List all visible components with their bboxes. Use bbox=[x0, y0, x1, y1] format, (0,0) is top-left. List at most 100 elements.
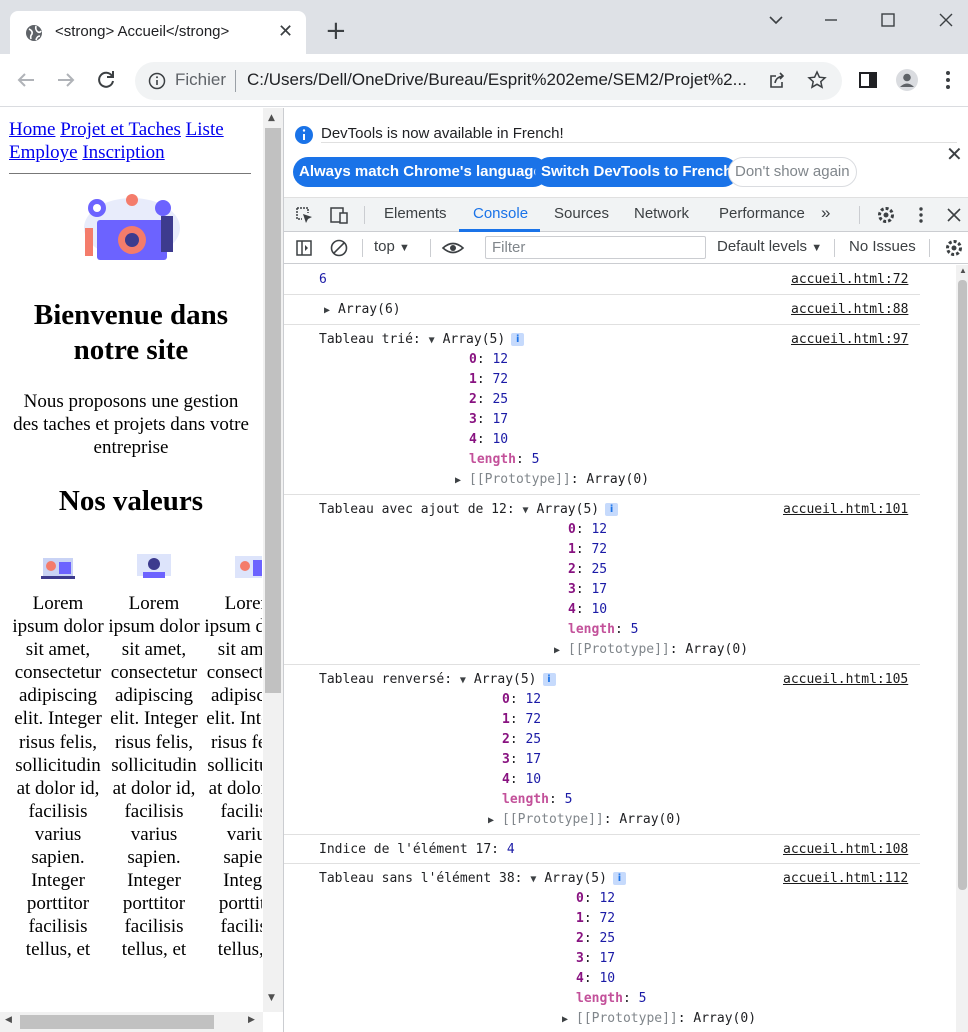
collapsed-array[interactable]: ▶ Array(6) bbox=[324, 302, 401, 317]
clear-console-icon[interactable] bbox=[329, 238, 349, 258]
new-tab-icon[interactable]: + bbox=[325, 18, 347, 44]
scroll-left-icon[interactable]: ◀ bbox=[5, 1015, 12, 1025]
settings-gear-icon[interactable] bbox=[876, 205, 896, 225]
expand-triangle-icon[interactable]: ▶ bbox=[455, 475, 469, 486]
log-levels-dropdown[interactable]: Default levels ▼ bbox=[717, 238, 822, 255]
source-link[interactable]: accueil.html:101 bbox=[783, 502, 908, 517]
side-panel-icon[interactable] bbox=[856, 68, 880, 92]
more-tabs-icon[interactable]: » bbox=[821, 203, 830, 223]
scrollbar-thumb[interactable] bbox=[958, 280, 967, 890]
prototype-entry[interactable]: ▶ [[Prototype]]: Array(0) bbox=[488, 812, 682, 827]
console-settings-gear-icon[interactable] bbox=[944, 238, 964, 258]
switch-to-french-button[interactable]: Switch DevTools to French bbox=[535, 157, 739, 187]
devtools-panel: DevTools is now available in French! Alw… bbox=[283, 108, 968, 1032]
page-horizontal-scrollbar[interactable]: ◀ ▶ bbox=[0, 1012, 263, 1032]
address-bar[interactable]: Fichier C:/Users/Dell/OneDrive/Bureau/Es… bbox=[135, 62, 842, 100]
collapse-triangle-icon[interactable]: ▼ bbox=[429, 335, 443, 346]
scroll-down-icon[interactable]: ▼ bbox=[268, 993, 275, 1003]
source-link[interactable]: accueil.html:72 bbox=[791, 272, 908, 287]
entry-value: 10 bbox=[599, 971, 616, 986]
expand-triangle-icon[interactable]: ▶ bbox=[554, 645, 568, 656]
expand-triangle-icon[interactable]: ▶ bbox=[324, 305, 338, 316]
kebab-menu-icon[interactable] bbox=[936, 68, 960, 92]
values-heading: Nos valeurs bbox=[58, 485, 204, 517]
entry-key: 0 bbox=[469, 352, 477, 367]
info-badge-icon[interactable]: i bbox=[542, 673, 556, 686]
array-label[interactable]: Array(5) bbox=[443, 332, 506, 347]
bookmark-star-icon[interactable] bbox=[807, 70, 827, 90]
tab-console[interactable]: Console bbox=[473, 205, 528, 222]
expand-triangle-icon[interactable]: ▶ bbox=[562, 1014, 576, 1025]
source-link[interactable]: accueil.html:88 bbox=[791, 302, 908, 317]
dont-show-again-button[interactable]: Don't show again bbox=[728, 157, 857, 187]
device-toolbar-icon[interactable] bbox=[329, 205, 349, 225]
entry-key: 2 bbox=[502, 732, 510, 747]
entry-value: 72 bbox=[525, 712, 542, 727]
value-illustration bbox=[235, 556, 262, 578]
prototype-entry[interactable]: ▶ [[Prototype]]: Array(0) bbox=[455, 472, 649, 487]
expand-triangle-icon[interactable]: ▶ bbox=[488, 815, 502, 826]
source-link[interactable]: accueil.html:97 bbox=[791, 332, 908, 347]
source-link[interactable]: accueil.html:108 bbox=[783, 842, 908, 857]
close-window-icon[interactable] bbox=[934, 8, 958, 32]
profile-avatar-icon[interactable] bbox=[895, 68, 919, 92]
nav-link-inscription[interactable]: Inscription bbox=[82, 142, 164, 163]
collapse-triangle-icon[interactable]: ▼ bbox=[523, 505, 537, 516]
console-sidebar-icon[interactable] bbox=[294, 238, 314, 258]
source-link[interactable]: accueil.html:112 bbox=[783, 871, 908, 886]
entry-key: 1 bbox=[502, 712, 510, 727]
info-badge-icon[interactable]: i bbox=[605, 503, 619, 516]
close-tab-icon[interactable]: ✕ bbox=[278, 21, 293, 43]
back-icon[interactable] bbox=[14, 68, 38, 92]
info-badge-icon[interactable]: i bbox=[612, 872, 626, 885]
scroll-up-icon[interactable]: ▲ bbox=[959, 266, 967, 275]
scrollbar-thumb[interactable] bbox=[265, 128, 281, 693]
scrollbar-thumb[interactable] bbox=[20, 1015, 214, 1029]
chevron-down-icon[interactable] bbox=[764, 8, 788, 32]
tab-sources[interactable]: Sources bbox=[554, 205, 609, 222]
prototype-entry[interactable]: ▶ [[Prototype]]: Array(0) bbox=[554, 642, 748, 657]
tab-network[interactable]: Network bbox=[634, 205, 689, 222]
inspect-element-icon[interactable] bbox=[294, 205, 314, 225]
issues-counter[interactable]: No Issues bbox=[849, 238, 916, 255]
customize-menu-icon[interactable] bbox=[911, 205, 931, 225]
browser-tab[interactable]: <strong> Accueil</strong> ✕ bbox=[10, 11, 306, 54]
prototype-key: [[Prototype]] bbox=[576, 1011, 678, 1026]
prototype-entry[interactable]: ▶ [[Prototype]]: Array(0) bbox=[562, 1011, 756, 1026]
console-filter-input[interactable]: Filter bbox=[485, 236, 706, 259]
minimize-icon[interactable] bbox=[819, 8, 843, 32]
nav-link-home[interactable]: Home bbox=[9, 119, 55, 140]
match-language-button[interactable]: Always match Chrome's language bbox=[293, 157, 548, 187]
live-expression-eye-icon[interactable] bbox=[441, 238, 465, 258]
nav-link-projets[interactable]: Projet et Taches bbox=[60, 119, 181, 140]
array-entry: 0: 12 bbox=[576, 891, 615, 906]
collapse-triangle-icon[interactable]: ▼ bbox=[460, 675, 474, 686]
array-label[interactable]: Array(5) bbox=[474, 672, 537, 687]
tab-elements[interactable]: Elements bbox=[384, 205, 447, 222]
info-icon[interactable] bbox=[148, 72, 166, 90]
entry-value: 25 bbox=[599, 931, 616, 946]
array-label[interactable]: Array(5) bbox=[537, 502, 600, 517]
scroll-right-icon[interactable]: ▶ bbox=[248, 1015, 255, 1025]
context-selector[interactable]: top ▼ bbox=[374, 238, 410, 255]
scroll-up-icon[interactable]: ▲ bbox=[268, 113, 275, 123]
reload-icon[interactable] bbox=[94, 68, 118, 92]
close-infobar-icon[interactable]: ✕ bbox=[946, 142, 963, 167]
language-infobar: DevTools is now available in French! Alw… bbox=[284, 108, 968, 197]
maximize-icon[interactable] bbox=[876, 8, 900, 32]
share-icon[interactable] bbox=[767, 71, 787, 91]
entry-value: 12 bbox=[525, 692, 542, 707]
tab-performance[interactable]: Performance bbox=[719, 205, 805, 222]
entry-value: 72 bbox=[492, 372, 509, 387]
forward-icon[interactable] bbox=[54, 68, 78, 92]
page-vertical-scrollbar[interactable]: ▲ ▼ bbox=[263, 108, 283, 1012]
collapse-triangle-icon[interactable]: ▼ bbox=[530, 874, 544, 885]
source-link[interactable]: accueil.html:105 bbox=[783, 672, 908, 687]
info-badge-icon[interactable]: i bbox=[511, 333, 525, 346]
url-text[interactable]: C:/Users/Dell/OneDrive/Bureau/Esprit%202… bbox=[247, 70, 762, 90]
console-scrollbar[interactable]: ▲ bbox=[956, 265, 968, 1032]
array-label[interactable]: Array(5) bbox=[544, 871, 607, 886]
entry-separator: : bbox=[476, 432, 493, 447]
entry-value: 10 bbox=[591, 602, 608, 617]
close-devtools-icon[interactable] bbox=[944, 205, 964, 225]
